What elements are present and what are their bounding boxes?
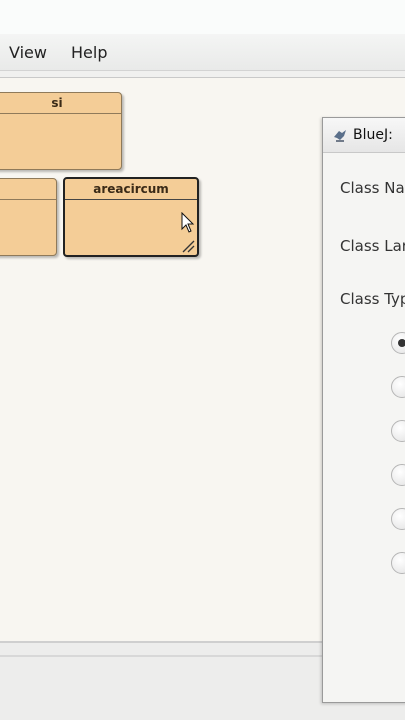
class-name-label: si [0,93,121,114]
toolbar-separator [0,71,405,78]
class-language-label: Class Lar [340,237,405,255]
class-type-radio-2[interactable] [391,376,405,398]
dialog-title: BlueJ: [353,127,393,143]
class-type-radio-4[interactable] [391,464,405,486]
class-name-label: areacircum [65,179,197,200]
mouse-pointer-icon [181,212,195,233]
class-type-radio-3[interactable] [391,420,405,442]
menu-help[interactable]: Help [71,43,107,62]
class-type-radio-1[interactable] [391,332,405,354]
resize-handle-icon[interactable] [179,237,195,253]
class-type-label: Class Typ [340,290,405,308]
class-type-radio-5[interactable] [391,508,405,530]
radio-selected-dot [398,339,405,347]
class-name-label: Class Na [340,179,405,197]
class-box-si[interactable]: si [0,92,122,170]
class-name-label [0,179,56,200]
class-box-areacircum[interactable]: areacircum [63,177,199,257]
window-top-strip [0,0,405,34]
class-box-partial[interactable] [0,178,57,256]
dialog-title-bar[interactable]: BlueJ: [323,118,405,153]
menu-bar: View Help [0,34,405,71]
new-class-dialog: BlueJ: Class Na Class Lar Class Typ [322,117,405,703]
class-type-radio-6[interactable] [391,552,405,574]
menu-view[interactable]: View [9,43,47,62]
bluej-bird-icon [334,130,346,142]
